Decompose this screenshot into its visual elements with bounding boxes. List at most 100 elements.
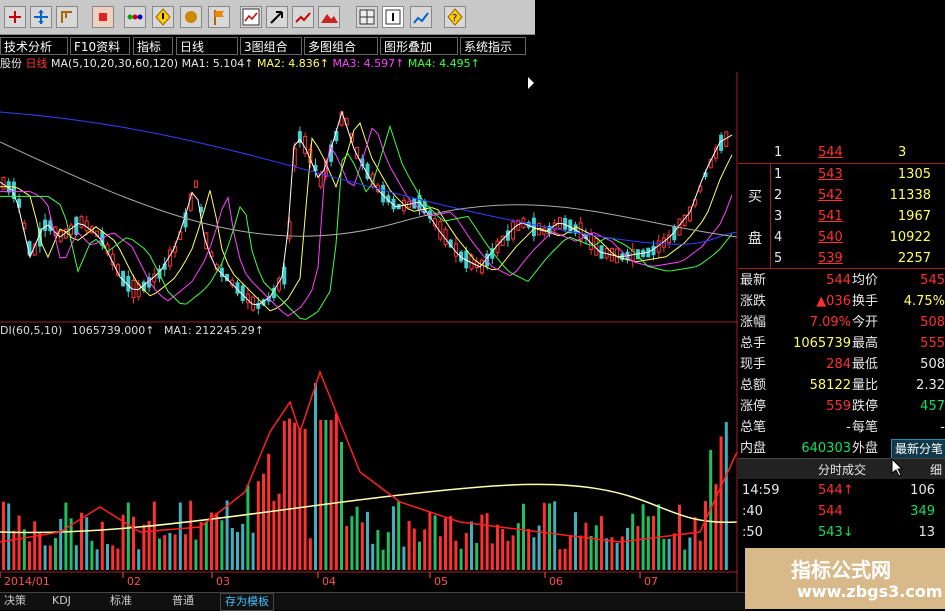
tab-f10[interactable]: F10资料: [70, 37, 130, 55]
buy-row: 5 539 2257: [738, 248, 945, 269]
volume-bar: [64, 502, 68, 570]
quote-label-2: 均价: [852, 273, 879, 288]
tab-indicator[interactable]: 指标: [133, 37, 173, 55]
tab-system[interactable]: 系统指示: [460, 37, 526, 55]
volume-bar: [7, 503, 11, 570]
quote-row: 总额 58122 量比 2.32: [738, 375, 945, 396]
tab-period[interactable]: 日线: [176, 37, 238, 55]
volume-bar: [683, 549, 687, 570]
quote-value: 58122: [809, 378, 851, 393]
candle-body: [651, 245, 656, 256]
tab-3chart[interactable]: 3图组合: [240, 37, 302, 55]
volume-bar: [584, 522, 588, 570]
volume-bar: [308, 538, 312, 570]
volume-bar: [85, 517, 89, 570]
buy-level: 1: [774, 167, 783, 182]
tab-latest-trades[interactable]: 最新分笔: [891, 439, 945, 459]
chart-up-icon[interactable]: [410, 6, 432, 28]
candle-body: [43, 219, 48, 231]
volume-bar: [319, 420, 323, 570]
tab-kdj[interactable]: KDJ: [48, 593, 75, 609]
candle-body: [578, 222, 583, 241]
diamond-icon[interactable]: [152, 6, 174, 28]
volume-bar: [74, 545, 78, 570]
volume-bar: [527, 528, 531, 570]
arrow-icon[interactable]: [266, 6, 288, 28]
quote-value: -: [846, 420, 851, 435]
add-icon[interactable]: [4, 6, 26, 28]
x-axis-label: 07: [644, 575, 658, 588]
tab-multichart[interactable]: 多图组合: [304, 37, 378, 55]
ticks-detail-tab[interactable]: 细: [930, 461, 942, 478]
info-icon[interactable]: [382, 6, 404, 28]
ma-line: [0, 127, 733, 317]
watermark-url: www.zbgs3.com: [797, 582, 943, 601]
ticks-header: 分时成交 细: [738, 458, 945, 479]
question-icon[interactable]: ?: [444, 6, 466, 28]
tab-decision[interactable]: 决策: [0, 593, 30, 609]
volume-bar: [17, 515, 21, 570]
volume-bar: [152, 501, 156, 570]
volume-bar: [579, 535, 583, 570]
quote-label: 涨停: [740, 399, 767, 414]
tab-technical-analysis[interactable]: 技术分析: [0, 37, 68, 55]
volume-bar: [54, 538, 57, 570]
bell-icon[interactable]: [180, 6, 202, 28]
watermark-title: 指标公式网: [791, 558, 891, 582]
dots-icon[interactable]: [124, 6, 146, 28]
volume-indicator-label: DI(60,5,10) 1065739.000↑ MA1: 212245.29↑: [0, 324, 264, 337]
quote-label: 总笔: [740, 420, 767, 435]
flag-icon[interactable]: [208, 6, 230, 28]
volume-bar: [667, 538, 671, 570]
volume-bar: [59, 518, 63, 570]
volume-bar: [173, 534, 177, 570]
price-pane: [0, 110, 738, 320]
mountain-icon[interactable]: [318, 6, 340, 28]
quote-label-2: 最低: [852, 357, 879, 372]
tab-overlay[interactable]: 图形叠加: [380, 37, 458, 55]
volume-bar: [724, 422, 728, 570]
volume-bar: [126, 502, 130, 570]
volume-bar: [371, 543, 375, 570]
tick-row: 14:59 544↑ 106: [738, 480, 945, 501]
quote-row: 总笔 - 每笔 -: [738, 417, 945, 438]
x-axis-label: 02: [127, 575, 141, 588]
tick-time: :50: [742, 525, 763, 540]
watermark-banner: 指标公式网 www.zbgs3.com: [745, 548, 945, 609]
volume-bar: [688, 537, 692, 570]
volume-bar: [511, 535, 515, 570]
ma3-value: MA3: 4.597↑: [332, 57, 405, 70]
kline-chart[interactable]: DI(60,5,10) 1065739.000↑ MA1: 212245.29↑…: [0, 72, 738, 592]
bracket-icon[interactable]: [56, 6, 78, 28]
volume-bar: [220, 520, 224, 570]
vol-ma1-value: MA1: 212245.29↑: [164, 324, 264, 337]
volume-bar: [121, 514, 125, 570]
volume-bar: [95, 549, 99, 570]
tab-standard[interactable]: 标准: [106, 593, 136, 609]
tab-normal[interactable]: 普通: [168, 593, 198, 609]
volume-bar: [241, 523, 245, 570]
quote-row: 涨跌 ▲036 换手 4.75%: [738, 291, 945, 312]
volume-bar: [256, 481, 260, 570]
chart-icon[interactable]: [240, 6, 262, 28]
volume-bar: [662, 538, 666, 570]
volume-bar: [215, 512, 219, 570]
trend-icon[interactable]: [292, 6, 314, 28]
tab-save-template[interactable]: 存为模板: [220, 593, 274, 611]
ma4-value: MA4: 4.495↑: [407, 57, 480, 70]
ma-line: [0, 124, 733, 320]
move-icon[interactable]: [30, 6, 52, 28]
quote-value-2: 4.75%: [903, 294, 945, 309]
volume-bar: [376, 530, 380, 570]
volume-bar: [111, 545, 115, 570]
candle-body: [193, 180, 198, 188]
volume-bar: [516, 523, 520, 570]
grid-icon[interactable]: [356, 6, 378, 28]
volume-bar: [402, 546, 406, 570]
quote-row: 涨幅 7.09% 今开 508: [738, 312, 945, 333]
vol-indicator-value: 1065739.000↑: [72, 324, 155, 337]
ticks-title: 分时成交: [818, 463, 867, 477]
volume-bar: [360, 522, 364, 570]
record-icon[interactable]: [92, 6, 114, 28]
volume-bar: [314, 383, 317, 570]
